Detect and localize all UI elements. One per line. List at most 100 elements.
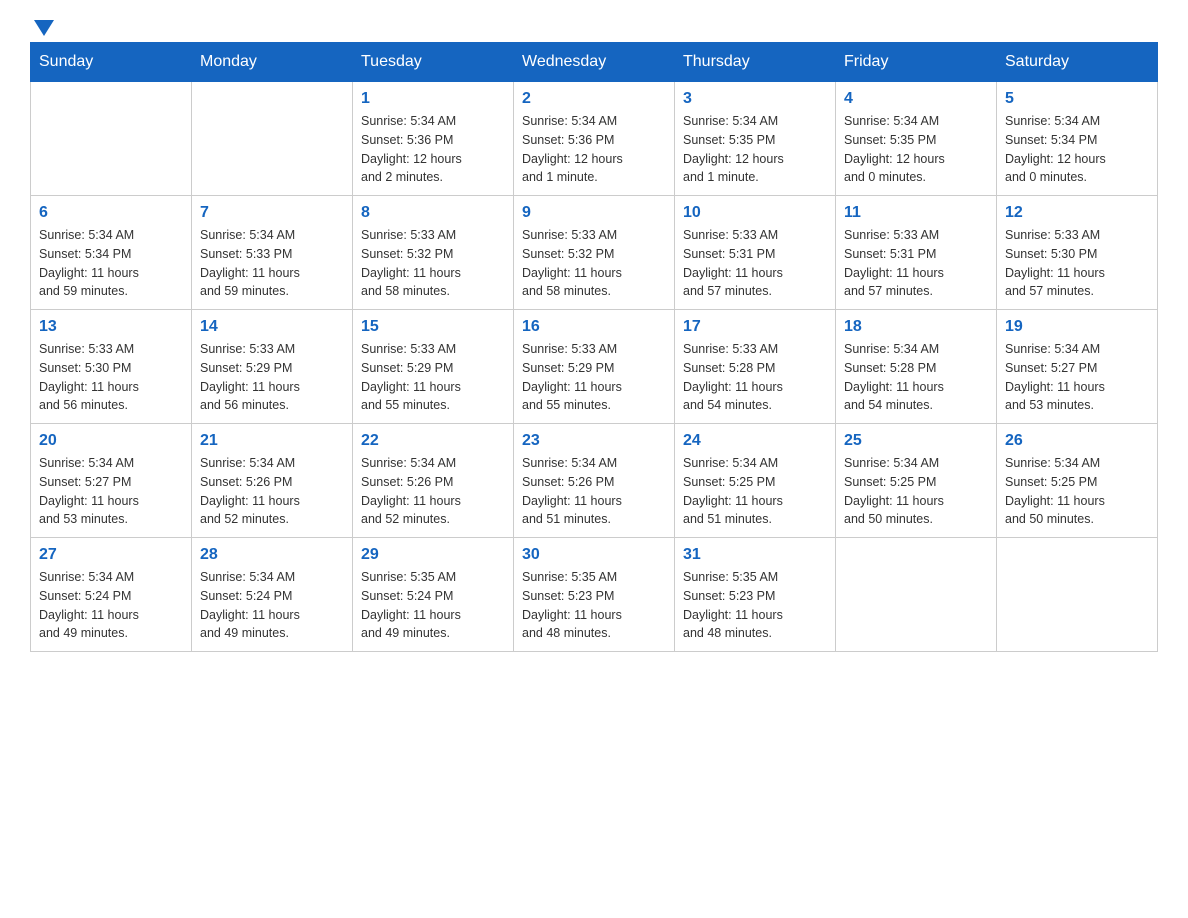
calendar-cell: 1 Sunrise: 5:34 AM Sunset: 5:36 PM Daylig… <box>353 82 514 196</box>
calendar-cell: 13Sunrise: 5:33 AM Sunset: 5:30 PM Dayli… <box>31 310 192 424</box>
day-number: 31 <box>683 546 827 564</box>
day-number: 6 <box>39 204 183 222</box>
calendar-table: SundayMondayTuesdayWednesdayThursdayFrid… <box>30 42 1158 652</box>
day-info: Sunrise: 5:34 AM Sunset: 5:27 PM Dayligh… <box>39 454 183 529</box>
day-header-friday: Friday <box>836 43 997 82</box>
day-number: 9 <box>522 204 666 222</box>
calendar-cell: 12 Sunrise: 5:33 AM Sunset: 5:30 PM Dayli… <box>997 196 1158 310</box>
day-info: Sunrise: 5:33 AM Sunset: 5:32 PM Dayligh… <box>361 226 505 301</box>
day-number: 18 <box>844 318 988 336</box>
calendar-cell <box>997 538 1158 652</box>
day-header-wednesday: Wednesday <box>514 43 675 82</box>
day-header-sunday: Sunday <box>31 43 192 82</box>
day-info: Sunrise: 5:34 AM Sunset: 5:35 PM Dayligh… <box>844 112 988 187</box>
calendar-cell <box>31 82 192 196</box>
calendar-cell: 22 Sunrise: 5:34 AM Sunset: 5:26 PM Dayli… <box>353 424 514 538</box>
day-info: Sunrise: 5:33 AM Sunset: 5:29 PM Dayligh… <box>200 340 344 415</box>
calendar-cell: 3 Sunrise: 5:34 AM Sunset: 5:35 PM Daylig… <box>675 82 836 196</box>
day-info: Sunrise: 5:33 AM Sunset: 5:30 PM Dayligh… <box>39 340 183 415</box>
day-number: 20 <box>39 432 183 450</box>
day-info: Sunrise: 5:34 AM Sunset: 5:35 PM Dayligh… <box>683 112 827 187</box>
day-number: 22 <box>361 432 505 450</box>
logo-triangle-icon <box>34 20 54 36</box>
calendar-cell: 14 Sunrise: 5:33 AM Sunset: 5:29 PM Dayli… <box>192 310 353 424</box>
calendar-cell: 19Sunrise: 5:34 AM Sunset: 5:27 PM Dayli… <box>997 310 1158 424</box>
day-info: Sunrise: 5:33 AM Sunset: 5:32 PM Dayligh… <box>522 226 666 301</box>
day-number: 5 <box>1005 90 1149 108</box>
day-info: Sunrise: 5:34 AM Sunset: 5:25 PM Dayligh… <box>844 454 988 529</box>
day-number: 26 <box>1005 432 1149 450</box>
day-number: 24 <box>683 432 827 450</box>
day-number: 12 <box>1005 204 1149 222</box>
day-info: Sunrise: 5:34 AM Sunset: 5:34 PM Dayligh… <box>1005 112 1149 187</box>
day-number: 2 <box>522 90 666 108</box>
day-info: Sunrise: 5:34 AM Sunset: 5:26 PM Dayligh… <box>522 454 666 529</box>
day-number: 23 <box>522 432 666 450</box>
calendar-cell: 9 Sunrise: 5:33 AM Sunset: 5:32 PM Daylig… <box>514 196 675 310</box>
calendar-cell: 28 Sunrise: 5:34 AM Sunset: 5:24 PM Dayli… <box>192 538 353 652</box>
day-number: 15 <box>361 318 505 336</box>
day-info: Sunrise: 5:33 AM Sunset: 5:30 PM Dayligh… <box>1005 226 1149 301</box>
day-number: 16 <box>522 318 666 336</box>
calendar-cell: 4 Sunrise: 5:34 AM Sunset: 5:35 PM Daylig… <box>836 82 997 196</box>
day-info: Sunrise: 5:33 AM Sunset: 5:29 PM Dayligh… <box>361 340 505 415</box>
calendar-cell <box>192 82 353 196</box>
calendar-cell: 21 Sunrise: 5:34 AM Sunset: 5:26 PM Dayli… <box>192 424 353 538</box>
day-number: 27 <box>39 546 183 564</box>
calendar-cell <box>836 538 997 652</box>
day-header-monday: Monday <box>192 43 353 82</box>
calendar-cell: 7 Sunrise: 5:34 AM Sunset: 5:33 PM Daylig… <box>192 196 353 310</box>
day-number: 28 <box>200 546 344 564</box>
page-header <box>30 20 1158 32</box>
calendar-cell: 11 Sunrise: 5:33 AM Sunset: 5:31 PM Dayli… <box>836 196 997 310</box>
day-header-tuesday: Tuesday <box>353 43 514 82</box>
day-number: 1 <box>361 90 505 108</box>
day-info: Sunrise: 5:34 AM Sunset: 5:24 PM Dayligh… <box>200 568 344 643</box>
day-info: Sunrise: 5:33 AM Sunset: 5:29 PM Dayligh… <box>522 340 666 415</box>
day-header-saturday: Saturday <box>997 43 1158 82</box>
day-info: Sunrise: 5:34 AM Sunset: 5:25 PM Dayligh… <box>1005 454 1149 529</box>
day-number: 4 <box>844 90 988 108</box>
day-number: 21 <box>200 432 344 450</box>
day-info: Sunrise: 5:33 AM Sunset: 5:28 PM Dayligh… <box>683 340 827 415</box>
calendar-cell: 25 Sunrise: 5:34 AM Sunset: 5:25 PM Dayli… <box>836 424 997 538</box>
calendar-cell: 5 Sunrise: 5:34 AM Sunset: 5:34 PM Daylig… <box>997 82 1158 196</box>
day-info: Sunrise: 5:34 AM Sunset: 5:27 PM Dayligh… <box>1005 340 1149 415</box>
day-info: Sunrise: 5:34 AM Sunset: 5:26 PM Dayligh… <box>200 454 344 529</box>
calendar-cell: 16 Sunrise: 5:33 AM Sunset: 5:29 PM Dayli… <box>514 310 675 424</box>
calendar-cell: 2Sunrise: 5:34 AM Sunset: 5:36 PM Daylig… <box>514 82 675 196</box>
calendar-cell: 20 Sunrise: 5:34 AM Sunset: 5:27 PM Dayli… <box>31 424 192 538</box>
day-number: 29 <box>361 546 505 564</box>
day-info: Sunrise: 5:34 AM Sunset: 5:24 PM Dayligh… <box>39 568 183 643</box>
day-number: 3 <box>683 90 827 108</box>
calendar-cell: 24 Sunrise: 5:34 AM Sunset: 5:25 PM Dayli… <box>675 424 836 538</box>
day-number: 25 <box>844 432 988 450</box>
day-info: Sunrise: 5:33 AM Sunset: 5:31 PM Dayligh… <box>844 226 988 301</box>
day-number: 10 <box>683 204 827 222</box>
day-info: Sunrise: 5:34 AM Sunset: 5:28 PM Dayligh… <box>844 340 988 415</box>
day-info: Sunrise: 5:34 AM Sunset: 5:36 PM Dayligh… <box>361 112 505 187</box>
calendar-cell: 27 Sunrise: 5:34 AM Sunset: 5:24 PM Dayli… <box>31 538 192 652</box>
day-info: Sunrise: 5:33 AM Sunset: 5:31 PM Dayligh… <box>683 226 827 301</box>
day-info: Sunrise: 5:34 AM Sunset: 5:34 PM Dayligh… <box>39 226 183 301</box>
day-number: 8 <box>361 204 505 222</box>
logo <box>30 20 54 32</box>
calendar-cell: 17 Sunrise: 5:33 AM Sunset: 5:28 PM Dayli… <box>675 310 836 424</box>
day-info: Sunrise: 5:35 AM Sunset: 5:23 PM Dayligh… <box>522 568 666 643</box>
calendar-cell: 10 Sunrise: 5:33 AM Sunset: 5:31 PM Dayli… <box>675 196 836 310</box>
day-info: Sunrise: 5:34 AM Sunset: 5:25 PM Dayligh… <box>683 454 827 529</box>
day-number: 14 <box>200 318 344 336</box>
day-number: 11 <box>844 204 988 222</box>
day-info: Sunrise: 5:35 AM Sunset: 5:24 PM Dayligh… <box>361 568 505 643</box>
day-number: 30 <box>522 546 666 564</box>
calendar-cell: 31 Sunrise: 5:35 AM Sunset: 5:23 PM Dayli… <box>675 538 836 652</box>
calendar-cell: 15 Sunrise: 5:33 AM Sunset: 5:29 PM Dayli… <box>353 310 514 424</box>
calendar-cell: 29 Sunrise: 5:35 AM Sunset: 5:24 PM Dayli… <box>353 538 514 652</box>
day-number: 17 <box>683 318 827 336</box>
day-info: Sunrise: 5:34 AM Sunset: 5:33 PM Dayligh… <box>200 226 344 301</box>
day-info: Sunrise: 5:35 AM Sunset: 5:23 PM Dayligh… <box>683 568 827 643</box>
calendar-cell: 18 Sunrise: 5:34 AM Sunset: 5:28 PM Dayli… <box>836 310 997 424</box>
day-info: Sunrise: 5:34 AM Sunset: 5:26 PM Dayligh… <box>361 454 505 529</box>
day-number: 7 <box>200 204 344 222</box>
calendar-cell: 23 Sunrise: 5:34 AM Sunset: 5:26 PM Dayli… <box>514 424 675 538</box>
